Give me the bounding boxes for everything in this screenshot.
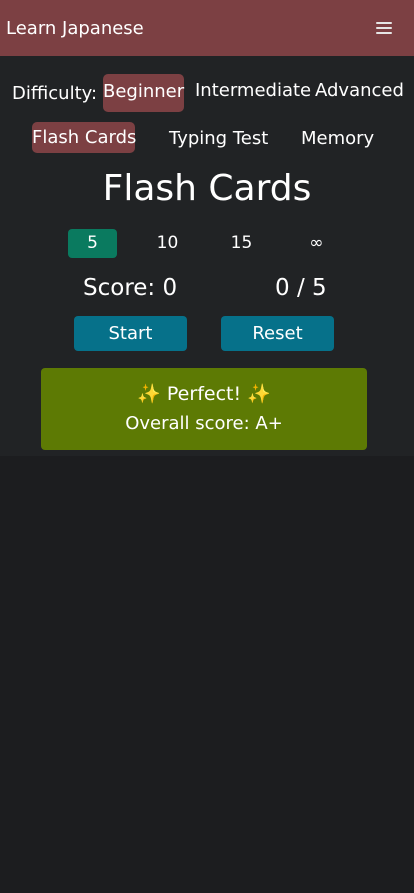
sparkle-icon: ✨	[247, 383, 271, 405]
difficulty-selector: Difficulty: Beginner Intermediate Advanc…	[0, 74, 414, 112]
start-button[interactable]: Start	[74, 316, 187, 351]
reset-button[interactable]: Reset	[221, 316, 334, 351]
result-message-line: ✨ Perfect! ✨	[41, 382, 367, 405]
menu-icon-bar	[376, 32, 392, 34]
sparkle-icon: ✨	[137, 383, 161, 405]
app-title: Learn Japanese	[6, 17, 144, 39]
overall-score: Overall score: A+	[125, 413, 283, 434]
tab-memory[interactable]: Memory	[301, 123, 374, 154]
result-panel: ✨ Perfect! ✨ Overall score: A+	[41, 368, 367, 450]
card-count-15-option[interactable]: 15	[217, 229, 266, 258]
card-count-5-option[interactable]: 5	[68, 229, 117, 258]
tab-typing-test[interactable]: Typing Test	[169, 123, 268, 154]
mode-tabs: Flash Cards Typing Test Memory	[0, 121, 414, 154]
difficulty-intermediate-option[interactable]: Intermediate	[193, 74, 313, 108]
difficulty-advanced-option[interactable]: Advanced	[313, 74, 406, 108]
main-content: Difficulty: Beginner Intermediate Advanc…	[0, 56, 414, 456]
page-title: Flash Cards	[102, 168, 312, 209]
tab-flash-cards[interactable]: Flash Cards	[32, 122, 136, 153]
hamburger-menu-icon[interactable]	[376, 21, 394, 35]
card-count-infinite-option[interactable]: ∞	[292, 229, 341, 258]
menu-icon-bar	[376, 27, 392, 29]
progress-label: 0 / 5	[275, 275, 327, 301]
card-count-selector: 5 10 15 ∞	[0, 229, 414, 259]
menu-icon-bar	[376, 22, 392, 24]
top-app-bar: Learn Japanese	[0, 0, 414, 56]
difficulty-beginner-option[interactable]: Beginner	[103, 74, 184, 112]
card-count-10-option[interactable]: 10	[143, 229, 192, 258]
score-label: Score: 0	[83, 275, 178, 301]
result-message: Perfect!	[166, 383, 242, 405]
difficulty-label: Difficulty:	[12, 83, 98, 104]
